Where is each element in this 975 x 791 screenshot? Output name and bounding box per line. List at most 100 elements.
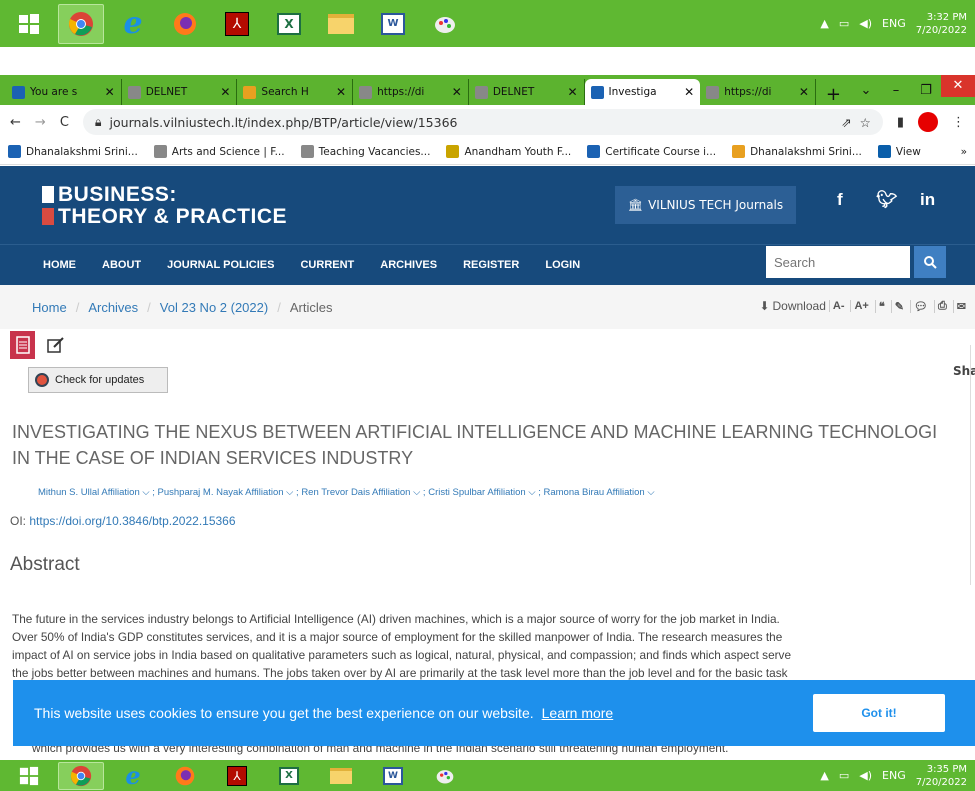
browser-tab[interactable]: You are s ✕	[6, 79, 122, 105]
browser-tab[interactable]: DELNET ✕	[469, 79, 585, 105]
url-input[interactable]: 🔒︎ journals.vilniustech.lt/index.php/BTP…	[82, 109, 883, 135]
author-name[interactable]: Mithun S. Ullal Affiliation	[38, 487, 140, 498]
journal-logo[interactable]: BUSINESS: THEORY & PRACTICE	[42, 184, 287, 228]
file-explorer-icon[interactable]	[318, 4, 364, 44]
download-link[interactable]: Download	[773, 299, 826, 313]
bookmark-item[interactable]: Anandham Youth F...	[446, 145, 571, 158]
doi-link[interactable]: https://doi.org/10.3846/btp.2022.15366	[29, 514, 235, 528]
author-name[interactable]: Ren Trevor Dais Affiliation	[301, 487, 410, 498]
author-name[interactable]: Pushparaj M. Nayak Affiliation	[158, 487, 284, 498]
word-icon[interactable]: W	[370, 4, 416, 44]
windows-start-icon[interactable]	[6, 4, 52, 44]
browser-tab[interactable]: Search H ✕	[237, 79, 354, 105]
search-button[interactable]	[914, 246, 946, 278]
maximize-button[interactable]: ❐	[911, 83, 941, 98]
bookmark-item[interactable]: Dhanalakshmi Srini...	[732, 145, 862, 158]
tab-close-icon[interactable]: ✕	[567, 85, 577, 99]
breadcrumb-item[interactable]: Home	[32, 300, 67, 315]
excel-icon[interactable]: X	[266, 4, 312, 44]
chevron-down-icon[interactable]: ⌵	[410, 487, 420, 498]
chrome-icon[interactable]	[58, 3, 104, 44]
nav-journal-policies[interactable]: JOURNAL POLICIES	[167, 259, 274, 271]
breadcrumb-item[interactable]: Archives	[88, 300, 138, 315]
clock[interactable]: 3:35 PM 7/20/2022	[916, 763, 967, 789]
tab-close-icon[interactable]: ✕	[799, 85, 809, 99]
author-name[interactable]: Ramona Birau Affiliation	[543, 487, 644, 498]
print-icon[interactable]: ⎙	[933, 299, 950, 313]
linkedin-icon[interactable]: in	[920, 190, 935, 210]
author-name[interactable]: Cristi Spulbar Affiliation	[428, 487, 526, 498]
more-bookmarks-icon[interactable]: »	[961, 146, 975, 158]
nav-archives[interactable]: ARCHIVES	[380, 259, 437, 271]
lock-icon[interactable]: 🔒︎	[95, 114, 102, 130]
nav-register[interactable]: REGISTER	[463, 259, 519, 271]
nav-login[interactable]: LOGIN	[545, 259, 580, 271]
chevron-down-icon[interactable]: ⌵	[526, 487, 535, 498]
side-panel-icon[interactable]: ▮	[897, 115, 904, 130]
chevron-down-icon[interactable]: ⌵	[645, 487, 654, 498]
volume-icon[interactable]: ◀)	[859, 17, 872, 30]
tray-up-arrow-icon[interactable]: ▲	[820, 17, 828, 30]
language-indicator[interactable]: ENG	[882, 769, 906, 782]
nav-current[interactable]: CURRENT	[300, 259, 354, 271]
learn-more-link[interactable]: Learn more	[542, 705, 614, 721]
share-icon[interactable]: ⇗	[841, 115, 851, 130]
browser-menu-icon[interactable]: ⋮	[952, 115, 965, 130]
search-input[interactable]	[766, 246, 910, 278]
tab-search-icon[interactable]: ⌄	[851, 83, 881, 98]
new-tab-button[interactable]: +	[816, 84, 851, 105]
language-indicator[interactable]: ENG	[882, 17, 906, 30]
browser-tab[interactable]: https://di ✕	[353, 79, 469, 105]
bookmark-item[interactable]: Teaching Vacancies...	[300, 145, 430, 158]
minimize-button[interactable]: –	[881, 83, 911, 98]
edit-icon[interactable]: ✎	[890, 299, 907, 313]
font-increase-button[interactable]: A+	[850, 300, 871, 312]
tab-close-icon[interactable]: ✕	[105, 85, 115, 99]
network-icon[interactable]: ▭	[839, 17, 849, 30]
back-icon[interactable]: ←	[10, 115, 21, 130]
twitter-icon[interactable]: 🐦︎	[876, 190, 898, 210]
tab-close-icon[interactable]: ✕	[684, 85, 694, 99]
acrobat-icon[interactable]: ⅄	[214, 762, 260, 790]
excel-icon[interactable]: X	[266, 762, 312, 790]
bookmark-item[interactable]: Dhanalakshmi Srini...	[8, 145, 138, 158]
email-icon[interactable]: ✉	[952, 299, 969, 313]
firefox-icon[interactable]	[162, 762, 208, 790]
bookmark-item[interactable]: Certificate Course i...	[587, 145, 716, 158]
browser-tab[interactable]: Investiga ✕	[584, 79, 701, 105]
breadcrumb-item[interactable]: Vol 23 No 2 (2022)	[160, 300, 268, 315]
bookmark-star-icon[interactable]: ☆	[860, 115, 871, 130]
profile-avatar[interactable]	[918, 112, 938, 132]
tray-up-arrow-icon[interactable]: ▲	[820, 769, 828, 782]
acrobat-icon[interactable]: ⅄	[214, 4, 260, 44]
file-explorer-icon[interactable]	[318, 762, 364, 790]
bookmark-item[interactable]: Arts and Science | F...	[153, 145, 285, 158]
tab-close-icon[interactable]: ✕	[452, 85, 462, 99]
volume-icon[interactable]: ◀)	[859, 769, 872, 782]
nav-home[interactable]: HOME	[43, 259, 76, 271]
chevron-down-icon[interactable]: ⌵	[284, 487, 293, 498]
chrome-icon[interactable]	[58, 761, 104, 790]
forward-icon[interactable]: →	[35, 115, 46, 130]
paint-icon[interactable]	[422, 762, 468, 790]
got-it-button[interactable]: Got it!	[813, 694, 945, 732]
windows-start-icon[interactable]	[6, 762, 52, 790]
firefox-icon[interactable]	[162, 4, 208, 44]
internet-explorer-icon[interactable]: e	[110, 761, 156, 790]
browser-tab[interactable]: https://di ✕	[700, 79, 816, 105]
internet-explorer-icon[interactable]: e	[110, 4, 156, 44]
network-icon[interactable]: ▭	[839, 769, 849, 782]
facebook-icon[interactable]: f	[837, 190, 843, 210]
check-for-updates-button[interactable]: Check for updates	[28, 367, 168, 393]
nav-about[interactable]: ABOUT	[102, 259, 141, 271]
font-decrease-button[interactable]: A-	[828, 300, 848, 312]
clock[interactable]: 3:32 PM 7/20/2022	[916, 11, 967, 37]
browser-tab[interactable]: DELNET ✕	[122, 79, 238, 105]
paint-icon[interactable]	[422, 4, 468, 44]
vilnius-tech-journals-button[interactable]: 🏛︎ VILNIUS TECH Journals	[615, 186, 796, 224]
chevron-down-icon[interactable]: ⌵	[140, 487, 149, 498]
reload-icon[interactable]: C	[60, 115, 69, 130]
tab-close-icon[interactable]: ✕	[336, 85, 346, 99]
edit-note-icon[interactable]	[43, 331, 68, 359]
download-icon[interactable]: ⬇︎	[759, 299, 769, 313]
